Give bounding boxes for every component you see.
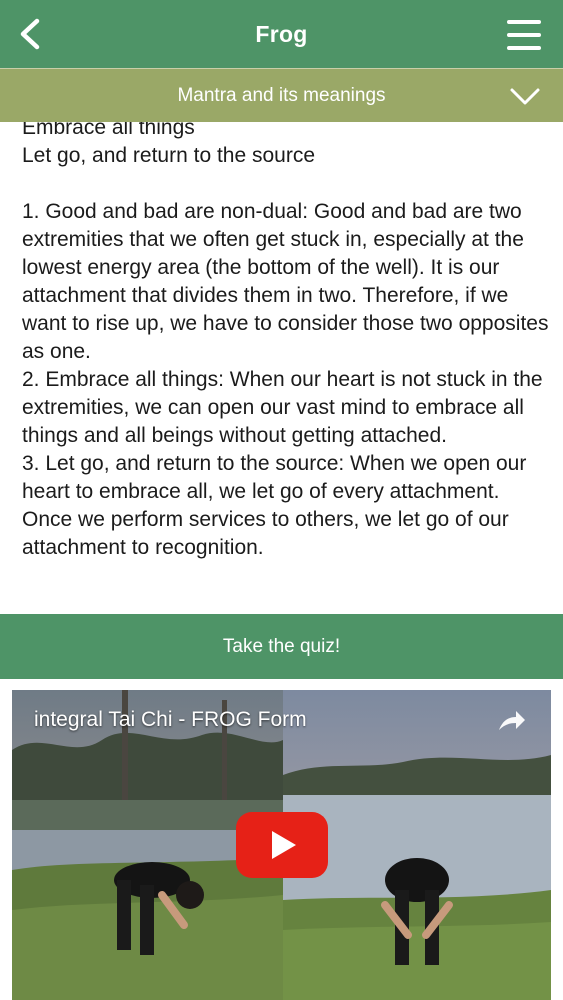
page-title: Frog: [255, 20, 308, 47]
mantra-line: Let go, and return to the source: [22, 144, 316, 167]
chevron-down-icon[interactable]: [509, 81, 541, 111]
section-title: Mantra and its meanings: [177, 84, 386, 106]
mantra-content[interactable]: Embrace all things Let go, and return to…: [0, 122, 563, 614]
top-app-bar: Frog: [0, 0, 563, 68]
video-player[interactable]: integral Tai Chi - FROG Form: [12, 690, 551, 1000]
share-icon[interactable]: [497, 708, 527, 734]
meaning-point-1: 1. Good and bad are non-dual: Good and b…: [22, 200, 549, 363]
back-button[interactable]: [10, 14, 50, 54]
meaning-point-3: 3. Let go, and return to the source: Whe…: [22, 452, 527, 559]
chevron-left-icon: [20, 18, 40, 50]
youtube-play-icon[interactable]: [236, 812, 328, 878]
take-quiz-button[interactable]: Take the quiz!: [0, 614, 563, 679]
video-title: integral Tai Chi - FROG Form: [34, 708, 307, 731]
mantra-line: Embrace all things: [22, 122, 195, 139]
section-header[interactable]: Mantra and its meanings: [0, 68, 563, 122]
menu-button[interactable]: [507, 20, 541, 50]
meaning-point-2: 2. Embrace all things: When our heart is…: [22, 368, 543, 447]
hamburger-menu-icon: [507, 20, 541, 24]
mantra-text: Embrace all things Let go, and return to…: [22, 122, 550, 562]
